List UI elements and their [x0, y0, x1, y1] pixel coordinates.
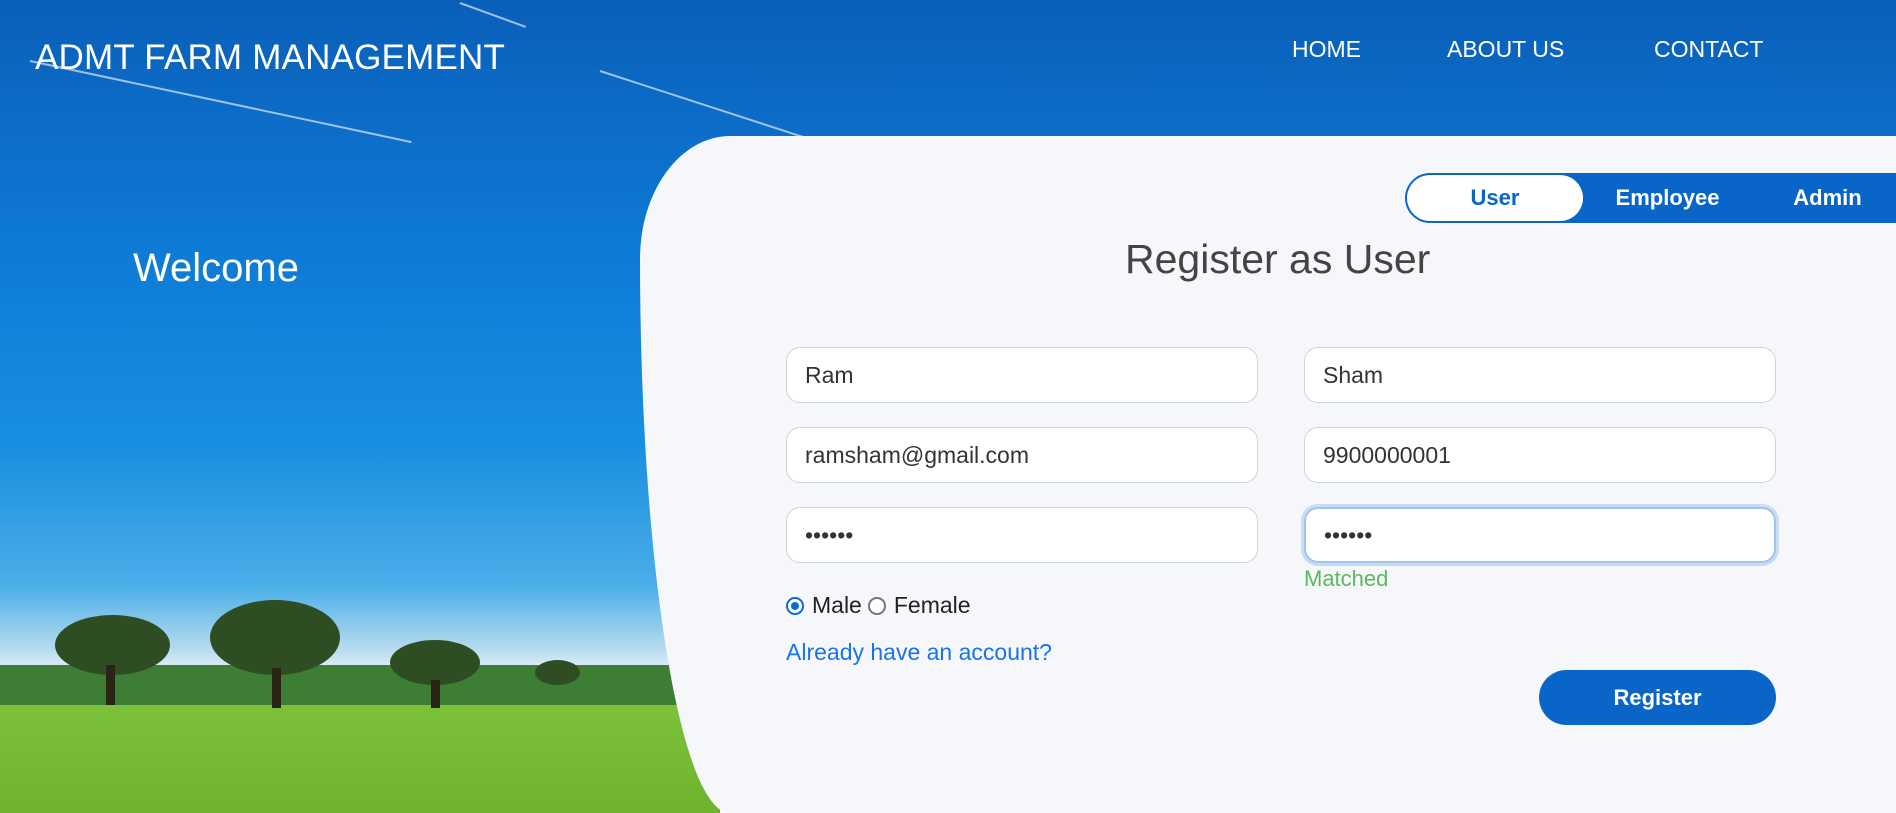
password-match-status: Matched	[1304, 566, 1389, 591]
gender-radio-group: Male Female	[786, 592, 971, 619]
role-admin-tab[interactable]: Admin	[1765, 173, 1890, 223]
gender-male-radio[interactable]	[786, 596, 804, 615]
tree	[210, 600, 340, 675]
role-employee-tab[interactable]: Employee	[1585, 173, 1750, 223]
nav-contact[interactable]: CONTACT	[1654, 36, 1763, 63]
password-input[interactable]	[786, 507, 1258, 563]
welcome-text: Welcome	[133, 246, 299, 290]
role-toggle: User Employee Admin	[1405, 173, 1896, 223]
nav-about-us[interactable]: ABOUT US	[1447, 36, 1564, 63]
tree-trunk	[431, 680, 440, 708]
last-name-input[interactable]	[1304, 347, 1776, 403]
phone-input[interactable]	[1304, 427, 1776, 483]
gender-female-label: Female	[893, 592, 971, 618]
nav-home[interactable]: HOME	[1292, 36, 1361, 63]
contrail	[459, 2, 527, 28]
form-title: Register as User	[1125, 236, 1431, 282]
gender-female-radio[interactable]	[867, 596, 886, 615]
field-near	[0, 705, 720, 813]
tree	[390, 640, 480, 685]
gender-male-label: Male	[812, 592, 862, 618]
confirm-password-input[interactable]	[1304, 507, 1776, 563]
tree-trunk	[272, 668, 281, 708]
register-button[interactable]: Register	[1539, 670, 1776, 725]
role-user-tab[interactable]: User	[1407, 175, 1583, 221]
brand-title: ADMT FARM MANAGEMENT	[35, 38, 506, 77]
login-link[interactable]: Already have an account?	[786, 639, 1052, 666]
first-name-input[interactable]	[786, 347, 1258, 403]
tree	[535, 660, 580, 685]
tree-trunk	[106, 665, 115, 705]
email-input[interactable]	[786, 427, 1258, 483]
